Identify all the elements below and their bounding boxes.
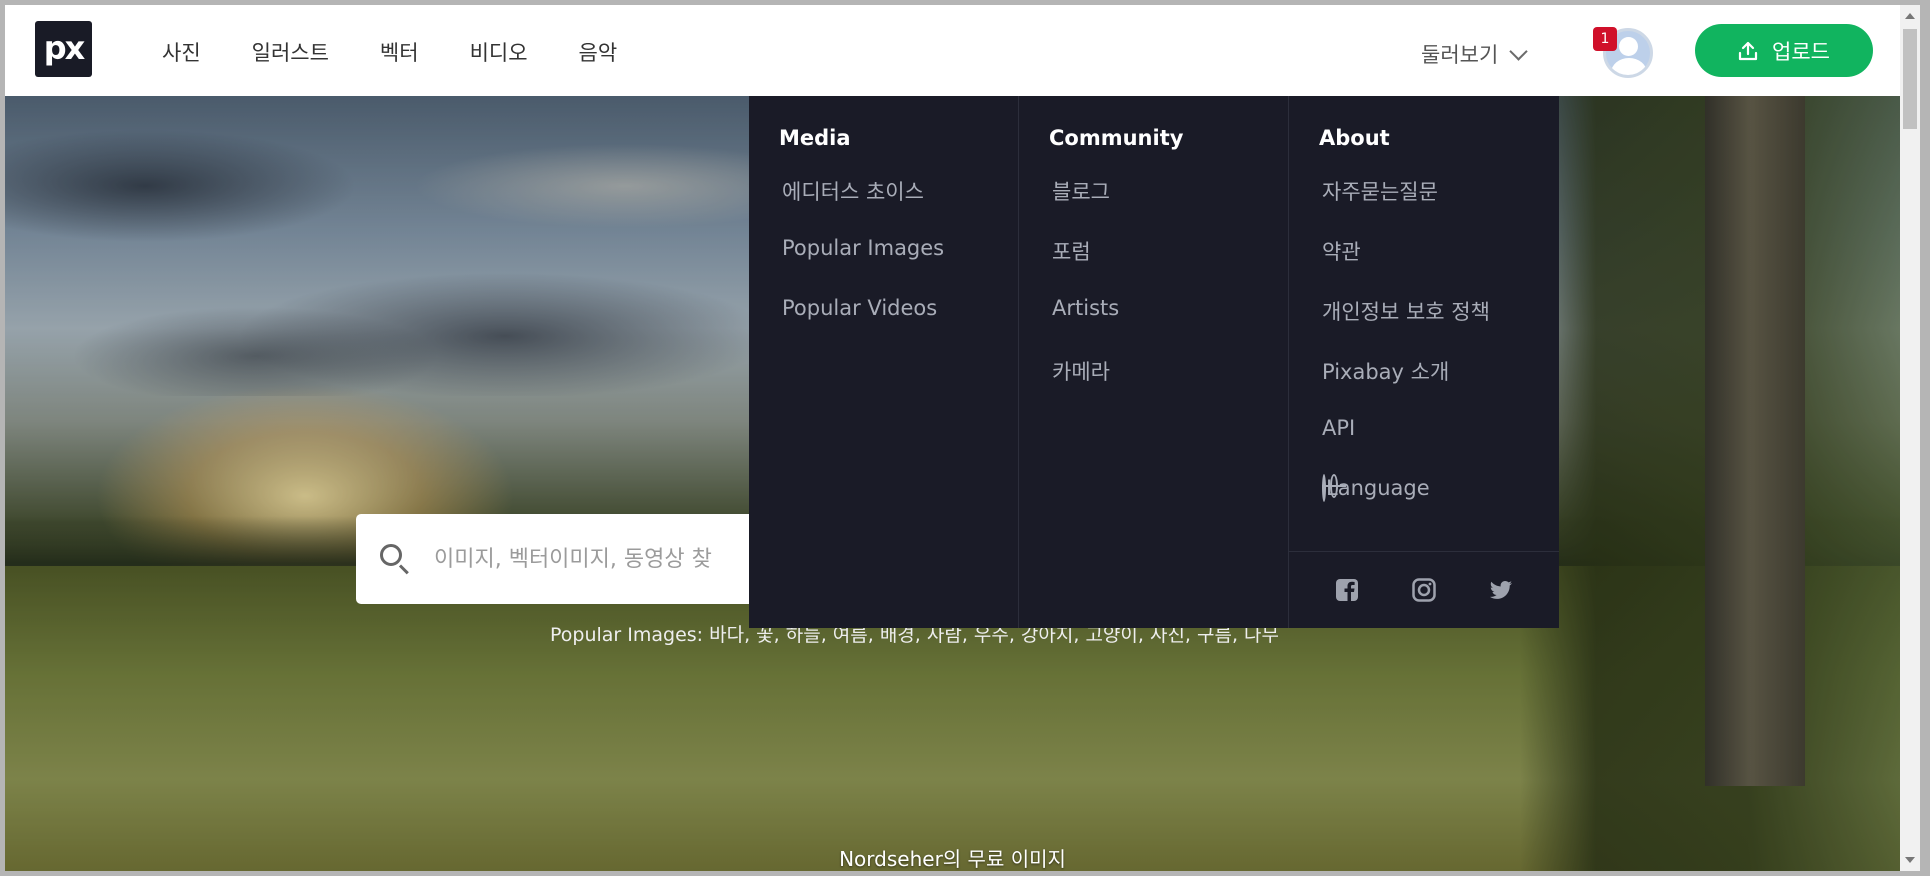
scroll-down-arrow[interactable] (1905, 857, 1915, 863)
facebook-icon[interactable] (1335, 578, 1359, 602)
menu-item-api[interactable]: API (1322, 416, 1559, 476)
scroll-thumb[interactable] (1903, 29, 1917, 129)
explore-menu: Media 에디터스 초이스 Popular Images Popular Vi… (749, 96, 1559, 628)
menu-item-popular-images[interactable]: Popular Images (782, 236, 1018, 296)
menu-heading-media: Media (779, 126, 851, 150)
popular-label: Popular Images: (550, 624, 704, 646)
instagram-icon[interactable] (1412, 578, 1436, 602)
notification-badge[interactable]: 1 (1593, 27, 1617, 51)
nav-music[interactable]: 음악 (579, 37, 618, 67)
page-scrollbar[interactable] (1900, 5, 1920, 871)
menu-heading-community: Community (1049, 126, 1184, 150)
search-icon (378, 542, 412, 576)
menu-item-privacy[interactable]: 개인정보 보호 정책 (1322, 296, 1559, 356)
menu-item-faq[interactable]: 자주묻는질문 (1322, 176, 1559, 236)
explore-label: 둘러보기 (1421, 43, 1499, 67)
nav-illustrations[interactable]: 일러스트 (252, 37, 329, 67)
menu-column-media: Media 에디터스 초이스 Popular Images Popular Vi… (749, 96, 1019, 628)
menu-column-community: Community 블로그 포럼 Artists 카메라 (1019, 96, 1289, 628)
menu-item-editors-choice[interactable]: 에디터스 초이스 (782, 176, 1018, 236)
menu-column-about: About 자주묻는질문 약관 개인정보 보호 정책 Pixabay 소개 AP… (1289, 96, 1559, 628)
upload-button[interactable]: 업로드 (1695, 24, 1873, 77)
menu-item-forum[interactable]: 포럼 (1052, 236, 1288, 296)
upload-label: 업로드 (1772, 39, 1830, 64)
browser-window: px 사진 일러스트 벡터 비디오 음악 둘러보기 1 업로드 이미지, 벡터이… (5, 5, 1920, 871)
menu-item-terms[interactable]: 약관 (1322, 236, 1559, 296)
pixabay-logo[interactable]: px (35, 21, 92, 77)
twitter-icon[interactable] (1489, 578, 1513, 602)
upload-icon (1738, 41, 1758, 60)
menu-item-artists[interactable]: Artists (1052, 296, 1288, 356)
globe-icon (1322, 474, 1326, 502)
nav-videos[interactable]: 비디오 (470, 37, 528, 67)
nav-vectors[interactable]: 벡터 (380, 37, 419, 67)
menu-item-popular-videos[interactable]: Popular Videos (782, 296, 1018, 356)
nav-photos[interactable]: 사진 (162, 37, 201, 67)
menu-item-blog[interactable]: 블로그 (1052, 176, 1288, 236)
explore-dropdown[interactable]: 둘러보기 (1421, 39, 1528, 69)
scroll-up-arrow[interactable] (1905, 13, 1915, 19)
main-nav: 사진 일러스트 벡터 비디오 음악 (162, 37, 668, 67)
site-header: px 사진 일러스트 벡터 비디오 음악 둘러보기 1 업로드 (5, 5, 1900, 96)
language-label: Language (1326, 476, 1430, 500)
social-links (1289, 551, 1559, 628)
menu-item-about-pixabay[interactable]: Pixabay 소개 (1322, 356, 1559, 416)
menu-item-cameras[interactable]: 카메라 (1052, 356, 1288, 416)
chevron-down-icon (1509, 41, 1528, 61)
image-credit[interactable]: Nordseher의 무료 이미지 (5, 843, 1900, 871)
menu-heading-about: About (1319, 126, 1390, 150)
menu-item-language[interactable]: Language (1322, 474, 1559, 536)
